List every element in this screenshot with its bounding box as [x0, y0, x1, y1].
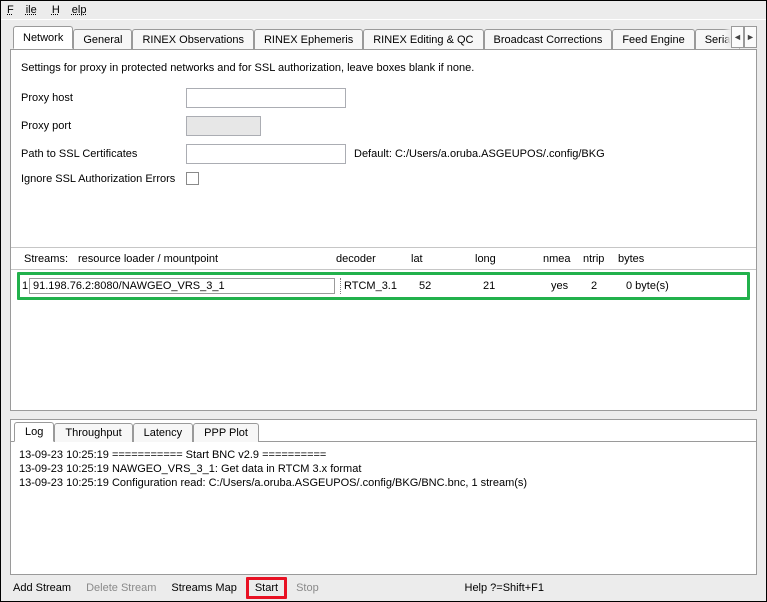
start-button[interactable]: Start	[253, 580, 280, 596]
log-tab-ppp-plot[interactable]: PPP Plot	[193, 423, 259, 442]
proxy-port-label: Proxy port	[21, 120, 186, 132]
streams-table-body: 1 91.198.76.2:8080/NAWGEO_VRS_3_1 RTCM_3…	[11, 270, 756, 410]
col-decoder[interactable]: decoder	[336, 253, 411, 265]
tab-feed-engine[interactable]: Feed Engine	[612, 29, 694, 49]
cell-ntrip: 2	[591, 280, 626, 292]
proxy-host-input[interactable]	[186, 88, 346, 108]
main-tabstrip: Network General RINEX Observations RINEX…	[10, 26, 757, 49]
menu-help[interactable]: Help	[52, 4, 87, 16]
stream-row-highlight: 1 91.198.76.2:8080/NAWGEO_VRS_3_1 RTCM_3…	[17, 272, 750, 300]
start-button-highlight: Start	[246, 577, 287, 599]
menubar: File Help	[1, 1, 766, 20]
tab-rinex-observations[interactable]: RINEX Observations	[132, 29, 253, 49]
table-row[interactable]: 1 91.198.76.2:8080/NAWGEO_VRS_3_1 RTCM_3…	[20, 275, 747, 297]
log-tabstrip: Log Throughput Latency PPP Plot	[11, 420, 756, 442]
cell-lat: 52	[419, 280, 483, 292]
log-panel: Log Throughput Latency PPP Plot 13-09-23…	[10, 419, 757, 575]
settings-description: Settings for proxy in protected networks…	[21, 62, 746, 74]
proxy-host-label: Proxy host	[21, 92, 186, 104]
tab-general[interactable]: General	[73, 29, 132, 49]
menu-file[interactable]: File	[7, 4, 37, 16]
cell-mountpoint[interactable]: 91.198.76.2:8080/NAWGEO_VRS_3_1	[29, 278, 335, 294]
tab-network[interactable]: Network	[13, 26, 73, 49]
streams-table: Streams: resource loader / mountpoint de…	[11, 248, 756, 410]
tab-scroll-left[interactable]: ◄	[731, 26, 744, 48]
delete-stream-button[interactable]: Delete Stream	[80, 580, 162, 596]
col-lat[interactable]: lat	[411, 253, 475, 265]
stop-button[interactable]: Stop	[290, 580, 325, 596]
log-tab-latency[interactable]: Latency	[133, 423, 194, 442]
bottom-toolbar: Add Stream Delete Stream Streams Map Sta…	[7, 578, 760, 598]
streams-map-button[interactable]: Streams Map	[165, 580, 242, 596]
ignore-ssl-checkbox[interactable]	[186, 172, 199, 185]
log-body[interactable]: 13-09-23 10:25:19 =========== Start BNC …	[11, 442, 756, 574]
content-area: Network General RINEX Observations RINEX…	[10, 26, 757, 575]
streams-table-header: Streams: resource loader / mountpoint de…	[11, 249, 756, 270]
cell-nmea: yes	[551, 280, 591, 292]
add-stream-button[interactable]: Add Stream	[7, 580, 77, 596]
ssl-path-default: Default: C:/Users/a.oruba.ASGEUPOS/.conf…	[354, 148, 605, 160]
cell-long: 21	[483, 280, 551, 292]
cell-bytes: 0 byte(s)	[626, 280, 686, 292]
ssl-path-input[interactable]	[186, 144, 346, 164]
ignore-ssl-label: Ignore SSL Authorization Errors	[21, 173, 186, 185]
tab-rinex-ephemeris[interactable]: RINEX Ephemeris	[254, 29, 363, 49]
col-mountpoint[interactable]: resource loader / mountpoint	[78, 253, 336, 265]
tab-rinex-editing-qc[interactable]: RINEX Editing & QC	[363, 29, 483, 49]
col-ntrip[interactable]: ntrip	[583, 253, 618, 265]
ssl-path-label: Path to SSL Certificates	[21, 148, 186, 160]
proxy-port-input[interactable]	[186, 116, 261, 136]
col-bytes[interactable]: bytes	[618, 253, 678, 265]
log-tab-throughput[interactable]: Throughput	[54, 423, 132, 442]
network-settings-panel: Settings for proxy in protected networks…	[11, 50, 756, 248]
log-tab-log[interactable]: Log	[14, 422, 54, 442]
tab-scroll-right[interactable]: ►	[744, 26, 757, 48]
streams-header-prefix: Streams:	[24, 253, 78, 265]
col-long[interactable]: long	[475, 253, 543, 265]
col-nmea[interactable]: nmea	[543, 253, 583, 265]
cell-decoder: RTCM_3.1	[344, 280, 419, 292]
cell-idx: 1	[22, 280, 29, 292]
help-hint: Help ?=Shift+F1	[459, 580, 551, 596]
main-panel: Settings for proxy in protected networks…	[10, 49, 757, 411]
tab-scroll-buttons: ◄ ►	[731, 26, 757, 48]
tab-broadcast-corrections[interactable]: Broadcast Corrections	[484, 29, 613, 49]
